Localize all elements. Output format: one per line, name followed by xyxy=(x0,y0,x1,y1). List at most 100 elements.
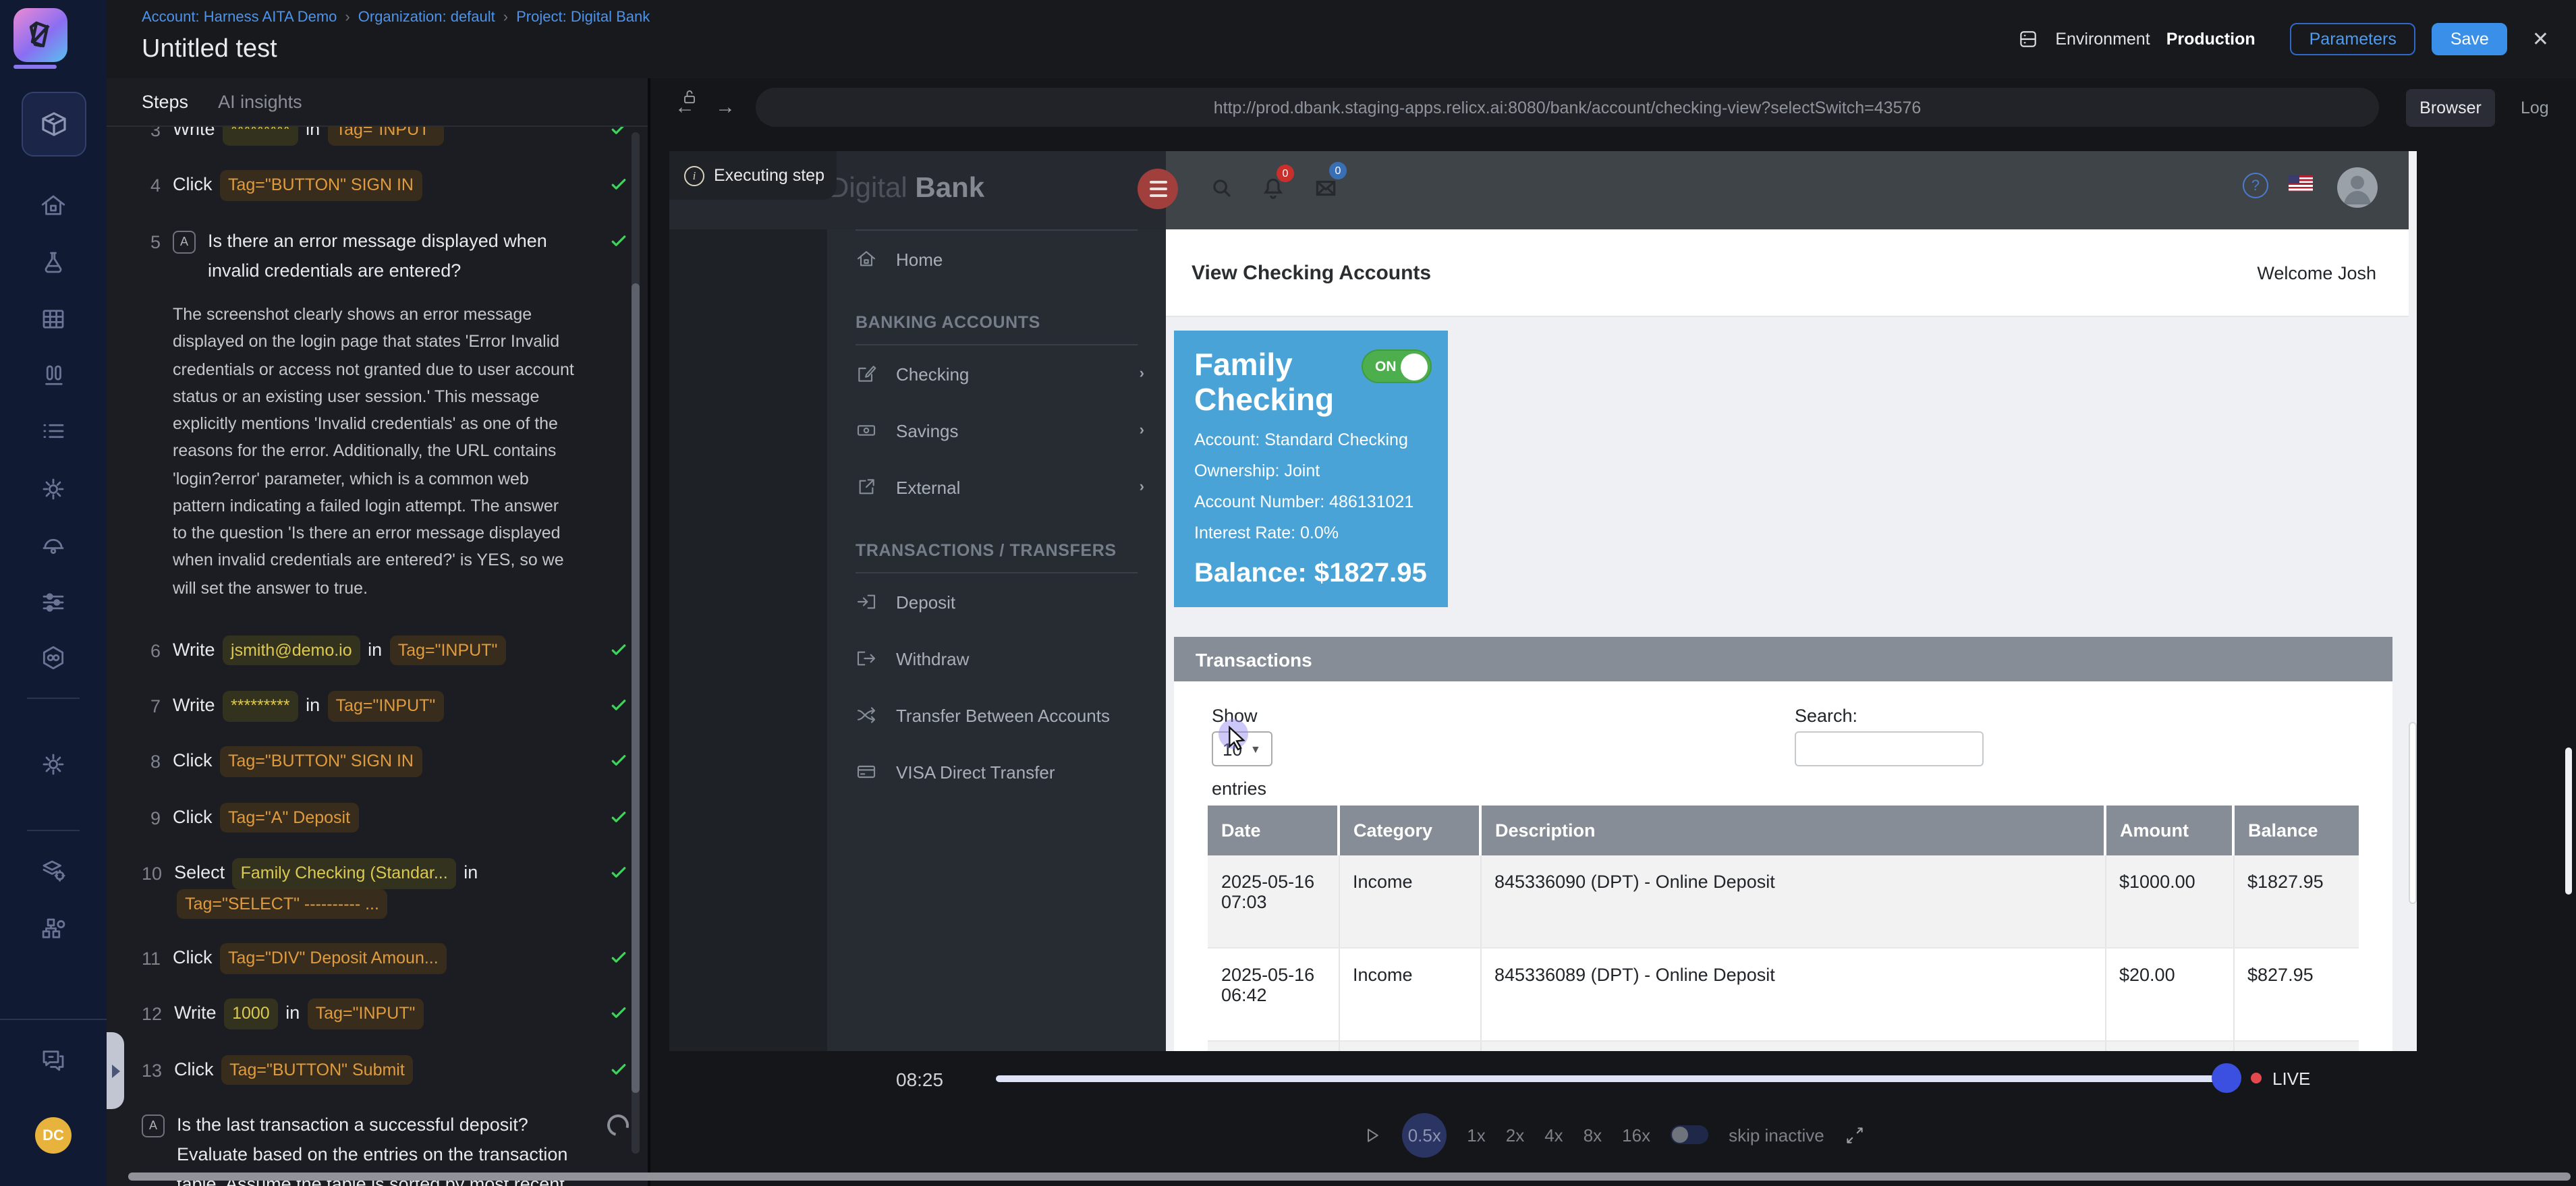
tab-browser[interactable]: Browser xyxy=(2406,89,2495,127)
breadcrumb-link[interactable]: Project: Digital Bank xyxy=(516,9,650,26)
bank-sidebar-item-visa-direct-transfer[interactable]: VISA Direct Transfer xyxy=(827,743,1166,800)
harness-logo-icon[interactable] xyxy=(13,8,67,62)
step-row[interactable]: 7Write ********* in Tag="INPUT" xyxy=(107,679,648,735)
sidebar-item-modules[interactable] xyxy=(22,92,86,157)
bank-sidebar-item-checking[interactable]: Checking› xyxy=(827,345,1166,402)
column-header-category[interactable]: Category xyxy=(1339,806,1480,855)
breadcrumb[interactable]: Account: Harness AITA Demo›Organization:… xyxy=(142,9,650,26)
bank-sidebar-item-transfer-between-accounts[interactable]: Transfer Between Accounts xyxy=(827,687,1166,743)
breadcrumb-link[interactable]: Account: Harness AITA Demo xyxy=(142,9,337,26)
tab-ai-insights[interactable]: AI insights xyxy=(218,92,302,112)
step-row[interactable]: 4Click Tag="BUTTON" SIGN IN xyxy=(107,159,648,215)
account-card[interactable]: Family Checking ON Account: Standard Che… xyxy=(1174,331,1448,607)
tab-log[interactable]: Log xyxy=(2521,98,2549,117)
url-bar[interactable]: http://prod.dbank.staging-apps.relicx.ai… xyxy=(756,88,2379,127)
column-header-amount[interactable]: Amount xyxy=(2105,806,2233,855)
step-selector-chip[interactable]: Tag="INPUT" xyxy=(390,636,506,666)
timeline-track[interactable] xyxy=(996,1075,2227,1082)
mail-icon[interactable] xyxy=(1313,175,1339,201)
bank-menu-button[interactable] xyxy=(1138,169,1178,209)
step-value-chip[interactable]: jsmith@demo.io xyxy=(223,636,360,666)
bank-sidebar-item-home[interactable]: Home xyxy=(827,231,1166,287)
sidebar-item-list[interactable] xyxy=(0,417,107,445)
bank-user-avatar[interactable] xyxy=(2337,167,2378,208)
horizontal-scrollbar[interactable] xyxy=(128,1173,2571,1181)
sidebar-item-incognito[interactable] xyxy=(0,532,107,560)
sidebar-item-project-settings[interactable] xyxy=(0,750,107,779)
step-value-chip[interactable]: Family Checking (Standar... xyxy=(233,858,456,888)
speed-8x[interactable]: 8x xyxy=(1584,1125,1602,1145)
speed-2x[interactable]: 2x xyxy=(1506,1125,1524,1145)
sidebar-item-help[interactable] xyxy=(0,1046,107,1074)
toggle-knob xyxy=(1401,353,1428,380)
step-row[interactable]: 5AIs there an error message displayed wh… xyxy=(107,214,648,298)
step-row[interactable]: 9Click Tag="A" Deposit xyxy=(107,790,648,846)
step-value-chip[interactable]: ********* xyxy=(223,127,298,145)
language-flag-icon[interactable] xyxy=(2289,175,2313,192)
save-button[interactable]: Save xyxy=(2432,23,2508,56)
bank-sidebar-item-withdraw[interactable]: Withdraw xyxy=(827,630,1166,687)
help-icon[interactable]: ? xyxy=(2243,173,2268,198)
sidebar-item-settings[interactable] xyxy=(0,475,107,503)
steps-scrollbar[interactable] xyxy=(632,132,640,1154)
step-row[interactable]: 3Write ********* in Tag="INPUT" xyxy=(107,127,648,159)
step-selector-chip[interactable]: Tag="A" Deposit xyxy=(220,802,358,832)
close-icon[interactable]: ✕ xyxy=(2532,27,2549,51)
column-header-description[interactable]: Description xyxy=(1480,806,2105,855)
sidebar-item-grid[interactable] xyxy=(0,305,107,333)
bank-sidebar-item-external[interactable]: External› xyxy=(827,459,1166,515)
step-selector-chip[interactable]: Tag="DIV" Deposit Amoun... xyxy=(220,943,447,973)
user-avatar[interactable]: DC xyxy=(35,1117,72,1154)
column-header-date[interactable]: Date xyxy=(1208,806,1339,855)
step-selector-chip[interactable]: Tag="INPUT" xyxy=(308,999,424,1029)
bank-sidebar-item-deposit[interactable]: Deposit xyxy=(827,573,1166,630)
chevron-right-icon: › xyxy=(1140,479,1144,495)
skip-inactive-toggle[interactable] xyxy=(1671,1125,1708,1144)
table-row[interactable]: 2025-05-16 06:42Income845336089 (DPT) - … xyxy=(1208,948,2359,1041)
table-row[interactable]: 2025-05-16 07:03Income845336090 (DPT) - … xyxy=(1208,855,2359,948)
step-selector-chip[interactable]: Tag="SELECT" ---------- ... xyxy=(177,888,387,919)
step-selector-chip[interactable]: Tag="INPUT" xyxy=(328,691,444,721)
tab-steps[interactable]: Steps xyxy=(142,92,188,112)
sidebar-item-sliders[interactable] xyxy=(0,588,107,617)
panel-scrollbar-thumb[interactable] xyxy=(2565,747,2572,895)
steps-scrollbar-thumb[interactable] xyxy=(632,283,640,1093)
speed-1x[interactable]: 1x xyxy=(1467,1125,1485,1145)
step-selector-chip[interactable]: Tag="BUTTON" SIGN IN xyxy=(220,171,422,201)
browser-forward-button[interactable]: → xyxy=(715,96,735,119)
step-row[interactable]: 11Click Tag="DIV" Deposit Amoun... xyxy=(107,931,648,987)
step-row[interactable]: 13Click Tag="BUTTON" Submit xyxy=(107,1042,648,1098)
step-row[interactable]: 12Write 1000 in Tag="INPUT" xyxy=(107,987,648,1043)
step-row[interactable]: 10Select Family Checking (Standar... in … xyxy=(107,846,648,932)
step-value-chip[interactable]: ********* xyxy=(223,691,298,721)
panel-collapse-handle[interactable] xyxy=(107,1032,124,1109)
step-value-chip[interactable]: 1000 xyxy=(224,999,278,1029)
speed-16x[interactable]: 16x xyxy=(1622,1125,1650,1145)
page-scrollbar-thumb[interactable] xyxy=(2409,722,2417,904)
step-selector-chip[interactable]: Tag="BUTTON" SIGN IN xyxy=(220,747,422,777)
step-row[interactable]: 6Write jsmith@demo.io in Tag="INPUT" xyxy=(107,623,648,679)
sidebar-item-account-resources[interactable] xyxy=(0,915,107,943)
play-icon[interactable] xyxy=(1362,1125,1382,1145)
step-selector-chip[interactable]: Tag="BUTTON" Submit xyxy=(221,1054,413,1085)
breadcrumb-link[interactable]: Organization: default xyxy=(358,9,495,26)
sidebar-item-pipelines[interactable] xyxy=(0,362,107,390)
sidebar-item-chaos[interactable] xyxy=(0,644,107,672)
step-selector-chip[interactable]: Tag="INPUT" xyxy=(328,127,444,145)
search-input[interactable] xyxy=(1795,731,1984,766)
bank-logo[interactable]: Digital Bank xyxy=(829,173,984,205)
search-icon[interactable] xyxy=(1209,175,1235,201)
fullscreen-icon[interactable] xyxy=(1845,1125,1865,1145)
page-scrollbar[interactable] xyxy=(2409,151,2417,1051)
speed-0.5x[interactable]: 0.5x xyxy=(1402,1112,1447,1157)
sidebar-item-org-resources[interactable] xyxy=(0,857,107,885)
step-row[interactable]: 8Click Tag="BUTTON" SIGN IN xyxy=(107,735,648,791)
sidebar-item-home[interactable] xyxy=(0,192,107,220)
account-toggle[interactable]: ON xyxy=(1362,349,1432,383)
sidebar-item-lab[interactable] xyxy=(0,248,107,277)
timeline-scrubber[interactable] xyxy=(2212,1063,2241,1093)
parameters-button[interactable]: Parameters xyxy=(2291,23,2415,56)
column-header-balance[interactable]: Balance xyxy=(2233,806,2359,855)
speed-4x[interactable]: 4x xyxy=(1544,1125,1563,1145)
bank-sidebar-item-savings[interactable]: Savings› xyxy=(827,402,1166,459)
